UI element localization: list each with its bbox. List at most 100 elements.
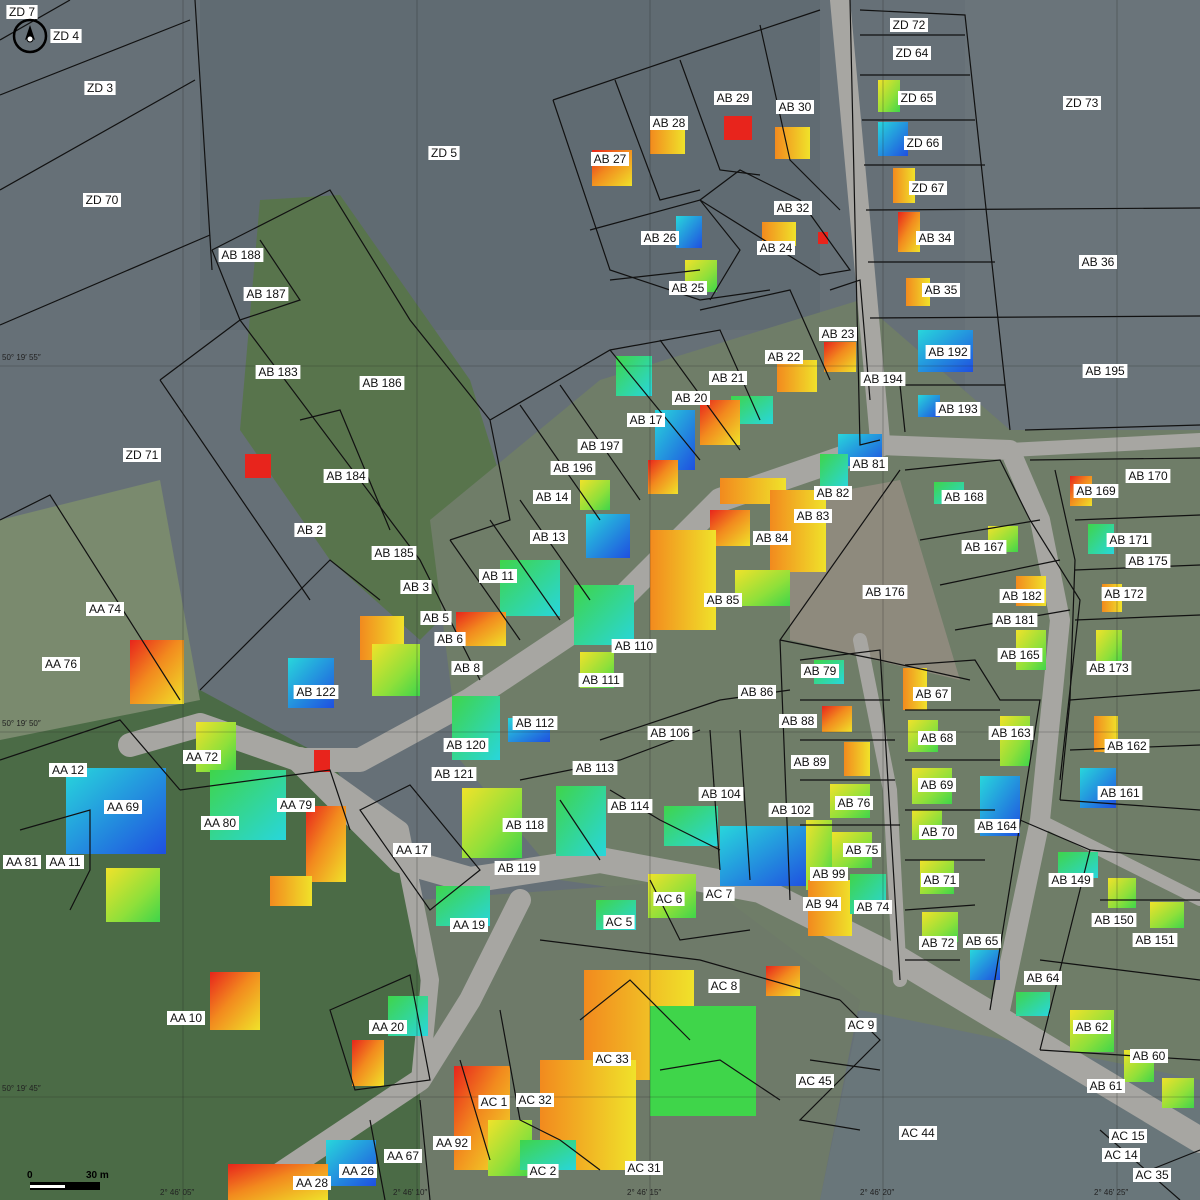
parcel-label[interactable]: AA 92 <box>436 1136 468 1150</box>
parcel-label[interactable]: AA 12 <box>52 763 84 777</box>
parcel-label[interactable]: AB 193 <box>938 402 978 416</box>
parcel-label[interactable]: AC 14 <box>1104 1148 1138 1162</box>
parcel-label[interactable]: AB 120 <box>446 738 486 752</box>
parcel-label[interactable]: AB 173 <box>1089 661 1129 675</box>
parcel-label[interactable]: AB 68 <box>921 731 954 745</box>
parcel-label[interactable]: ZD 73 <box>1066 96 1099 110</box>
parcel-label[interactable]: AA 17 <box>396 843 428 857</box>
parcel-label[interactable]: AB 75 <box>846 843 879 857</box>
parcel-label[interactable]: AB 86 <box>741 685 774 699</box>
parcel-label[interactable]: AB 83 <box>797 509 830 523</box>
parcel-label[interactable]: AA 11 <box>49 855 80 869</box>
parcel-label[interactable]: AC 6 <box>656 892 683 906</box>
parcel-label[interactable]: AB 197 <box>580 439 620 453</box>
parcel-label[interactable]: AB 25 <box>672 281 705 295</box>
parcel-label[interactable]: ZD 64 <box>896 46 929 60</box>
parcel-label[interactable]: AB 121 <box>434 767 474 781</box>
parcel-label[interactable]: AB 187 <box>246 287 286 301</box>
parcel-label[interactable]: AB 65 <box>966 934 999 948</box>
parcel-label[interactable]: AB 185 <box>374 546 414 560</box>
parcel-label[interactable]: AB 70 <box>922 825 955 839</box>
parcel-label[interactable]: AB 76 <box>838 796 871 810</box>
parcel-label[interactable]: AB 29 <box>717 91 750 105</box>
parcel-label[interactable]: AA 67 <box>387 1149 419 1163</box>
parcel-label[interactable]: AB 149 <box>1051 873 1091 887</box>
parcel-label[interactable]: AB 11 <box>482 569 514 583</box>
parcel-label[interactable]: AB 165 <box>1000 648 1040 662</box>
parcel-label[interactable]: AB 13 <box>533 530 566 544</box>
parcel-label[interactable]: AB 32 <box>777 201 810 215</box>
parcel-label[interactable]: AB 111 <box>582 673 620 687</box>
parcel-label[interactable]: ZD 3 <box>87 81 113 95</box>
parcel-label[interactable]: AB 99 <box>813 867 846 881</box>
parcel-label[interactable]: AB 168 <box>944 490 984 504</box>
parcel-label[interactable]: AB 88 <box>782 714 815 728</box>
parcel-label[interactable]: AB 119 <box>498 861 537 875</box>
parcel-label[interactable]: AB 112 <box>516 716 555 730</box>
parcel-label[interactable]: AB 89 <box>794 755 827 769</box>
parcel-label[interactable]: AB 26 <box>644 231 677 245</box>
parcel-label[interactable]: AA 19 <box>453 918 485 932</box>
parcel-label[interactable]: AB 35 <box>925 283 958 297</box>
parcel-label[interactable]: AB 17 <box>630 413 663 427</box>
parcel-label[interactable]: AC 1 <box>481 1095 508 1109</box>
parcel-label[interactable]: AB 82 <box>817 486 850 500</box>
parcel-label[interactable]: ZD 66 <box>907 136 940 150</box>
parcel-label[interactable]: ZD 7 <box>9 5 35 19</box>
parcel-label[interactable]: AB 30 <box>779 100 812 114</box>
parcel-label[interactable]: AC 32 <box>518 1093 552 1107</box>
parcel-label[interactable]: AB 182 <box>1002 589 1042 603</box>
parcel-label[interactable]: AA 74 <box>89 602 121 616</box>
parcel-label[interactable]: AB 151 <box>1135 933 1175 947</box>
parcel-label[interactable]: AB 161 <box>1100 786 1140 800</box>
parcel-label[interactable]: AB 169 <box>1076 484 1116 498</box>
parcel-label[interactable]: AB 81 <box>853 457 886 471</box>
parcel-label[interactable]: AB 3 <box>403 580 429 594</box>
parcel-label[interactable]: ZD 5 <box>431 146 457 160</box>
parcel-label[interactable]: ZD 4 <box>53 29 79 43</box>
parcel-label[interactable]: AB 186 <box>362 376 402 390</box>
parcel-label[interactable]: AA 26 <box>342 1164 374 1178</box>
parcel-label[interactable]: AB 94 <box>806 897 839 911</box>
parcel-label[interactable]: ZD 72 <box>893 18 926 32</box>
parcel-label[interactable]: AB 6 <box>437 632 463 646</box>
parcel-label[interactable]: AB 61 <box>1090 1079 1123 1093</box>
parcel-label[interactable]: AB 72 <box>922 936 955 950</box>
parcel-label[interactable]: AB 64 <box>1027 971 1060 985</box>
parcel-label[interactable]: AB 36 <box>1082 255 1115 269</box>
parcel-label[interactable]: AC 15 <box>1111 1129 1145 1143</box>
parcel-label[interactable]: AA 69 <box>107 800 139 814</box>
parcel-label[interactable]: AB 20 <box>675 391 708 405</box>
parcel-label[interactable]: AA 20 <box>372 1020 404 1034</box>
parcel-label[interactable]: AA 10 <box>170 1011 202 1025</box>
parcel-label[interactable]: AB 34 <box>919 231 952 245</box>
parcel-label[interactable]: AB 28 <box>653 116 686 130</box>
parcel-label[interactable]: ZD 67 <box>912 181 945 195</box>
parcel-label[interactable]: AC 31 <box>627 1161 661 1175</box>
cadastral-map[interactable]: ZD 7 ZD 4 ZD 3 ZD 5 ZD 70 ZD 71 ZD 72 ZD 64 ZD 6… <box>0 0 1200 1200</box>
parcel-label[interactable]: ZD 65 <box>901 91 934 105</box>
parcel-label[interactable]: AC 45 <box>798 1074 832 1088</box>
parcel-label[interactable]: AB 22 <box>768 350 801 364</box>
parcel-label[interactable]: AA 80 <box>204 816 236 830</box>
parcel-label[interactable]: AB 150 <box>1094 913 1134 927</box>
parcel-label[interactable]: AB 27 <box>594 152 627 166</box>
parcel-label[interactable]: AB 71 <box>924 873 957 887</box>
parcel-label[interactable]: AB 67 <box>916 687 949 701</box>
parcel-label[interactable]: AC 35 <box>1135 1168 1169 1182</box>
parcel-label[interactable]: AC 7 <box>706 887 733 901</box>
parcel-label[interactable]: AB 2 <box>297 523 323 537</box>
parcel-label[interactable]: AB 176 <box>865 585 905 599</box>
parcel-label[interactable]: ZD 70 <box>86 193 119 207</box>
parcel-label[interactable]: AB 104 <box>701 787 741 801</box>
parcel-label[interactable]: AC 8 <box>711 979 738 993</box>
parcel-label[interactable]: AB 102 <box>771 803 811 817</box>
parcel-label[interactable]: AB 181 <box>995 613 1035 627</box>
parcel-label[interactable]: AB 175 <box>1128 554 1168 568</box>
parcel-label[interactable]: AB 167 <box>964 540 1004 554</box>
parcel-label[interactable]: AB 172 <box>1104 587 1144 601</box>
parcel-label[interactable]: AB 106 <box>650 726 690 740</box>
parcel-label[interactable]: AB 164 <box>977 819 1017 833</box>
parcel-label[interactable]: AB 23 <box>822 327 855 341</box>
parcel-label[interactable]: AB 79 <box>804 664 837 678</box>
